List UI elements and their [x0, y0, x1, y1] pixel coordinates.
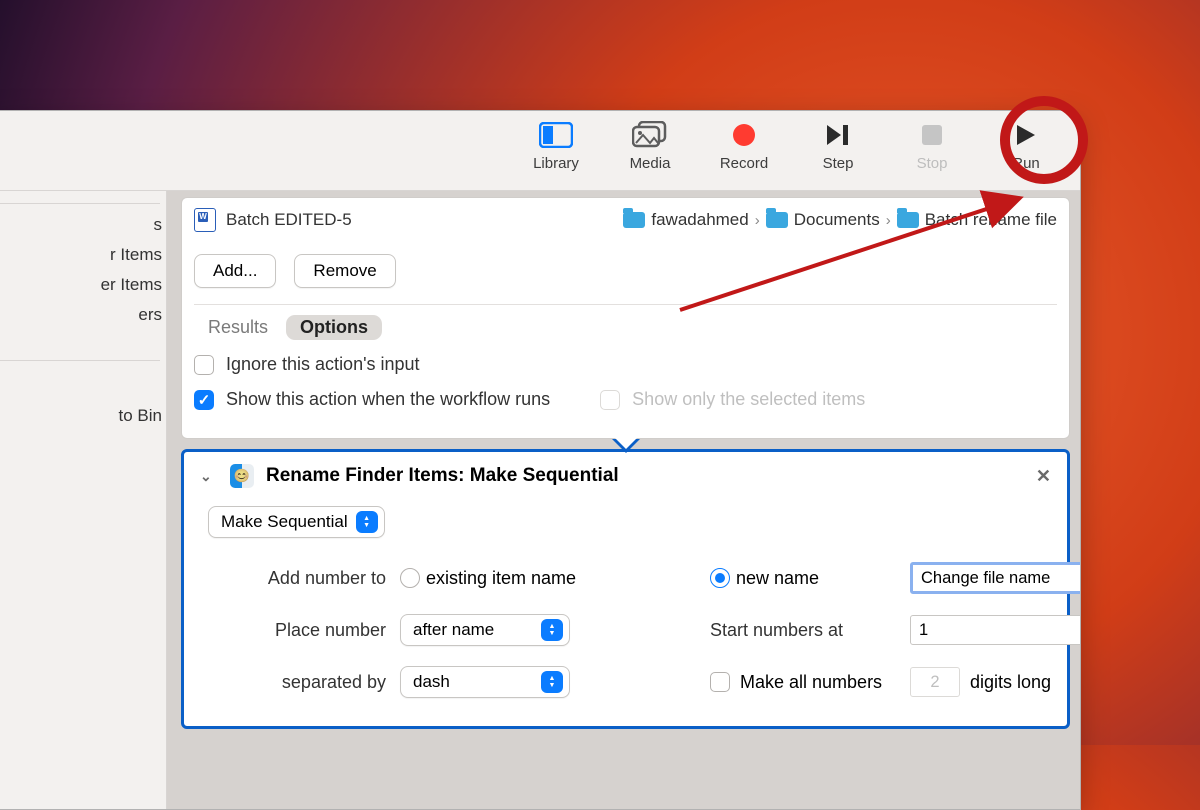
show-action-label: Show this action when the workflow runs	[226, 389, 550, 410]
rename-finder-items-action: ⌄ Rename Finder Items: Make Sequential ✕…	[181, 449, 1070, 729]
updown-icon: ▲▼	[541, 619, 563, 641]
rename-mode-value: Make Sequential	[221, 512, 348, 532]
crumb: Batch rename file	[925, 210, 1057, 230]
media-button[interactable]: Media	[620, 117, 680, 190]
new-name-field[interactable]	[910, 562, 1081, 594]
ignore-input-label: Ignore this action's input	[226, 354, 420, 375]
pad-digits-checkbox[interactable]	[710, 672, 730, 692]
record-button[interactable]: Record	[714, 117, 774, 190]
sidebar-item[interactable]: er Items	[0, 270, 166, 300]
sidebar-item[interactable]: ers	[0, 300, 166, 330]
results-tab[interactable]: Results	[194, 315, 282, 340]
options-tab[interactable]: Options	[286, 315, 382, 340]
toolbar: Library Media Record Step Stop	[0, 111, 1080, 191]
file-row[interactable]: Batch EDITED-5 fawadahmed › Documents › …	[194, 208, 1057, 232]
file-name: Batch EDITED-5	[226, 210, 352, 230]
sidebar-divider	[0, 203, 160, 204]
separator-value: dash	[413, 672, 450, 692]
folder-icon	[897, 212, 919, 228]
folder-icon	[623, 212, 645, 228]
action-connector	[601, 431, 651, 451]
add-number-label: Add number to	[200, 568, 400, 589]
separated-by-label: separated by	[200, 672, 400, 693]
separator-select[interactable]: dash ▲▼	[400, 666, 570, 698]
action-title: Rename Finder Items: Make Sequential	[266, 465, 619, 487]
options-pane: Ignore this action's input ✓ Show this a…	[194, 354, 1057, 410]
digits-long-label: digits long	[970, 672, 1051, 693]
run-label: Run	[1012, 155, 1040, 172]
place-number-select[interactable]: after name ▲▼	[400, 614, 570, 646]
crumb: fawadahmed	[651, 210, 748, 230]
get-specified-items-action: Batch EDITED-5 fawadahmed › Documents › …	[181, 197, 1070, 439]
finder-icon	[230, 464, 254, 488]
run-button[interactable]: Run	[996, 117, 1056, 190]
remove-button[interactable]: Remove	[294, 254, 395, 288]
updown-icon: ▲▼	[356, 511, 378, 533]
chevron-right-icon: ›	[886, 212, 891, 229]
make-all-label: Make all numbers	[740, 672, 882, 693]
start-number-field[interactable]	[910, 615, 1081, 645]
rename-mode-select[interactable]: Make Sequential ▲▼	[208, 506, 385, 538]
record-icon	[731, 117, 757, 153]
sidebar: s r Items er Items ers to Bin	[0, 191, 167, 810]
media-icon	[632, 117, 668, 153]
place-number-value: after name	[413, 620, 494, 640]
step-icon	[825, 117, 851, 153]
place-number-label: Place number	[200, 620, 400, 641]
existing-name-radio[interactable]: existing item name	[400, 568, 640, 589]
step-button[interactable]: Step	[808, 117, 868, 190]
stop-label: Stop	[917, 155, 948, 172]
sidebar-item[interactable]: to Bin	[0, 401, 166, 431]
crumb: Documents	[794, 210, 880, 230]
chevron-right-icon: ›	[755, 212, 760, 229]
show-selected-label: Show only the selected items	[632, 389, 865, 410]
sidebar-item[interactable]: s	[0, 210, 166, 240]
action-tabs: Results Options	[194, 304, 1057, 340]
start-number-label: Start numbers at	[710, 620, 910, 641]
folder-icon	[766, 212, 788, 228]
add-button[interactable]: Add...	[194, 254, 276, 288]
media-label: Media	[630, 155, 671, 172]
close-icon[interactable]: ✕	[1036, 466, 1051, 487]
show-selected-checkbox	[600, 390, 620, 410]
show-action-checkbox[interactable]: ✓	[194, 390, 214, 410]
run-icon	[1015, 117, 1037, 153]
digits-field	[910, 667, 960, 697]
ignore-input-checkbox[interactable]	[194, 355, 214, 375]
disclosure-chevron-icon[interactable]: ⌄	[200, 468, 218, 485]
automator-window: Library Media Record Step Stop	[0, 110, 1081, 810]
word-doc-icon	[194, 208, 216, 232]
make-all-numbers-row: Make all numbers	[710, 672, 910, 693]
library-button[interactable]: Library	[526, 117, 586, 190]
workflow-area: Batch EDITED-5 fawadahmed › Documents › …	[167, 191, 1080, 809]
library-icon	[539, 117, 573, 153]
stop-button[interactable]: Stop	[902, 117, 962, 190]
step-label: Step	[823, 155, 854, 172]
sidebar-divider	[0, 360, 160, 361]
updown-icon: ▲▼	[541, 671, 563, 693]
path-breadcrumb: fawadahmed › Documents › Batch rename fi…	[623, 210, 1057, 230]
stop-icon	[921, 117, 943, 153]
record-label: Record	[720, 155, 768, 172]
new-name-radio[interactable]: new name	[710, 568, 910, 589]
sidebar-item[interactable]: r Items	[0, 240, 166, 270]
library-label: Library	[533, 155, 579, 172]
